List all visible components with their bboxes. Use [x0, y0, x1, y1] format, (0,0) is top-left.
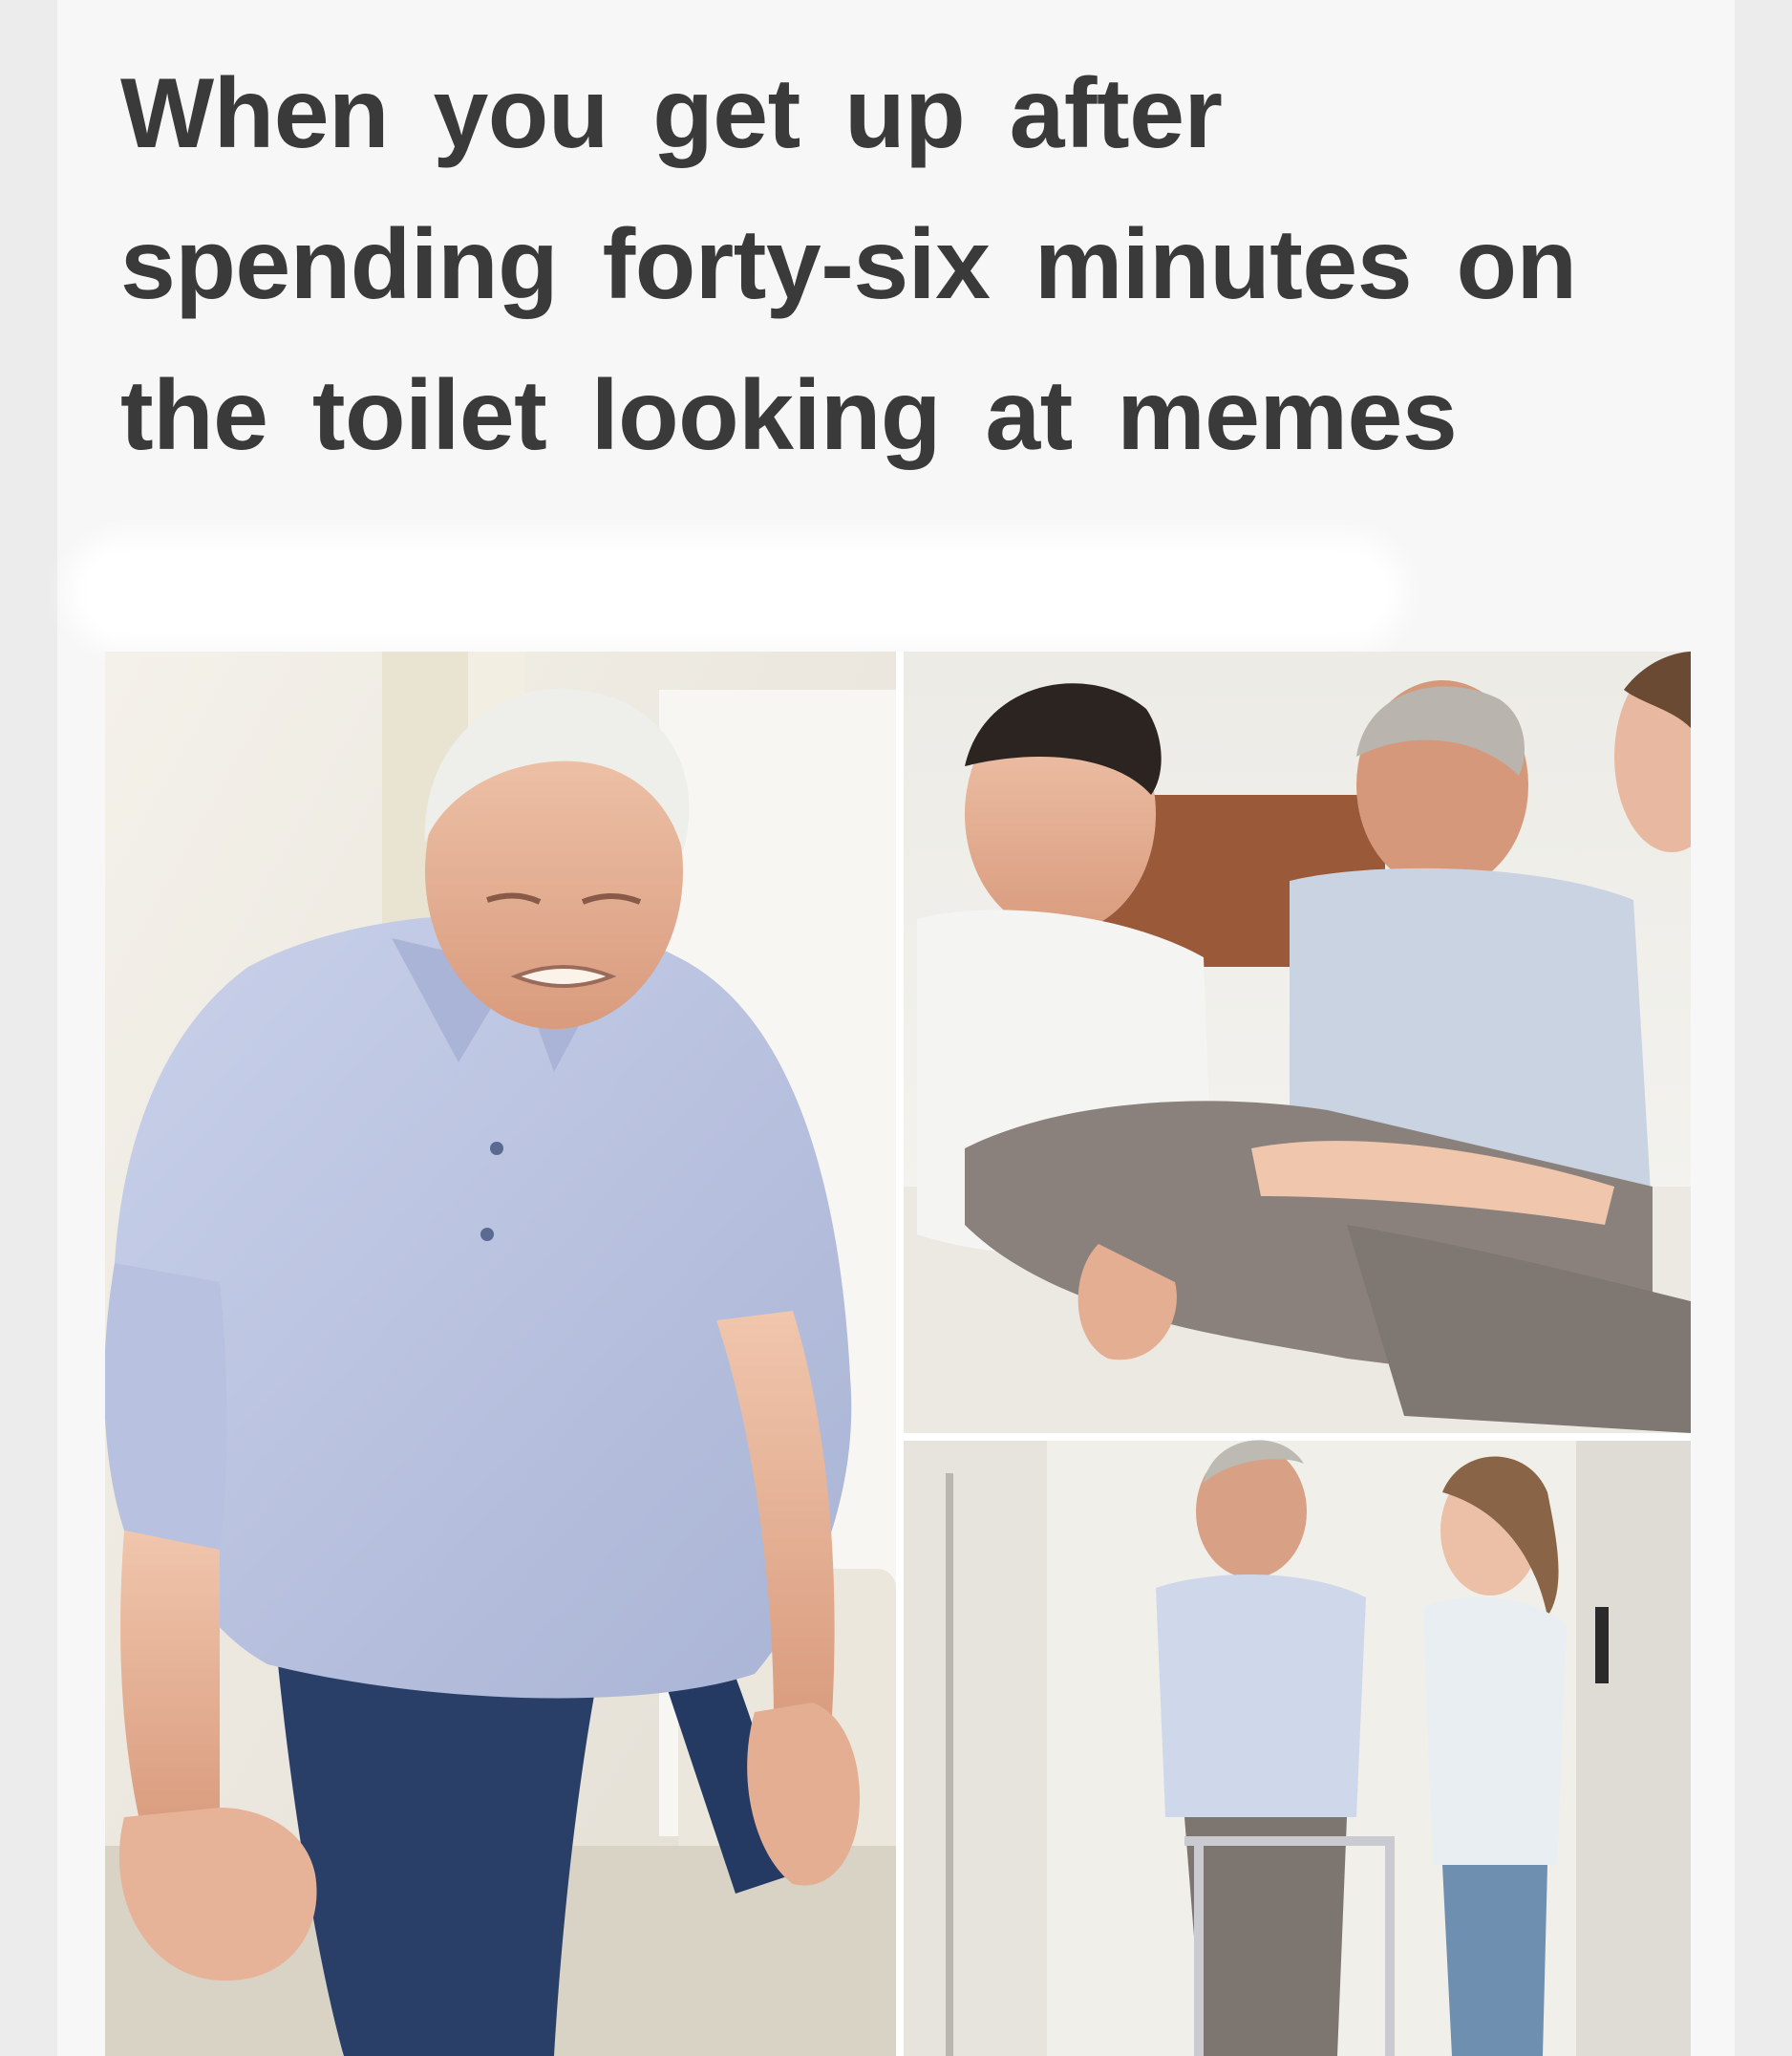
caption-line-1: When you get up after	[120, 58, 1223, 169]
caption-line-2: spending forty-six minutes on	[120, 209, 1577, 320]
panel-bottom-right-photo	[904, 1440, 1691, 2056]
white-highlight-band	[67, 535, 1404, 650]
photo-collage	[105, 652, 1691, 2056]
meme-caption: When you get up after spending forty-six…	[120, 38, 1687, 491]
caption-line-3: the toilet looking at memes	[120, 360, 1458, 471]
panel-left-photo	[105, 652, 896, 2056]
panel-top-right-photo	[904, 652, 1691, 1433]
